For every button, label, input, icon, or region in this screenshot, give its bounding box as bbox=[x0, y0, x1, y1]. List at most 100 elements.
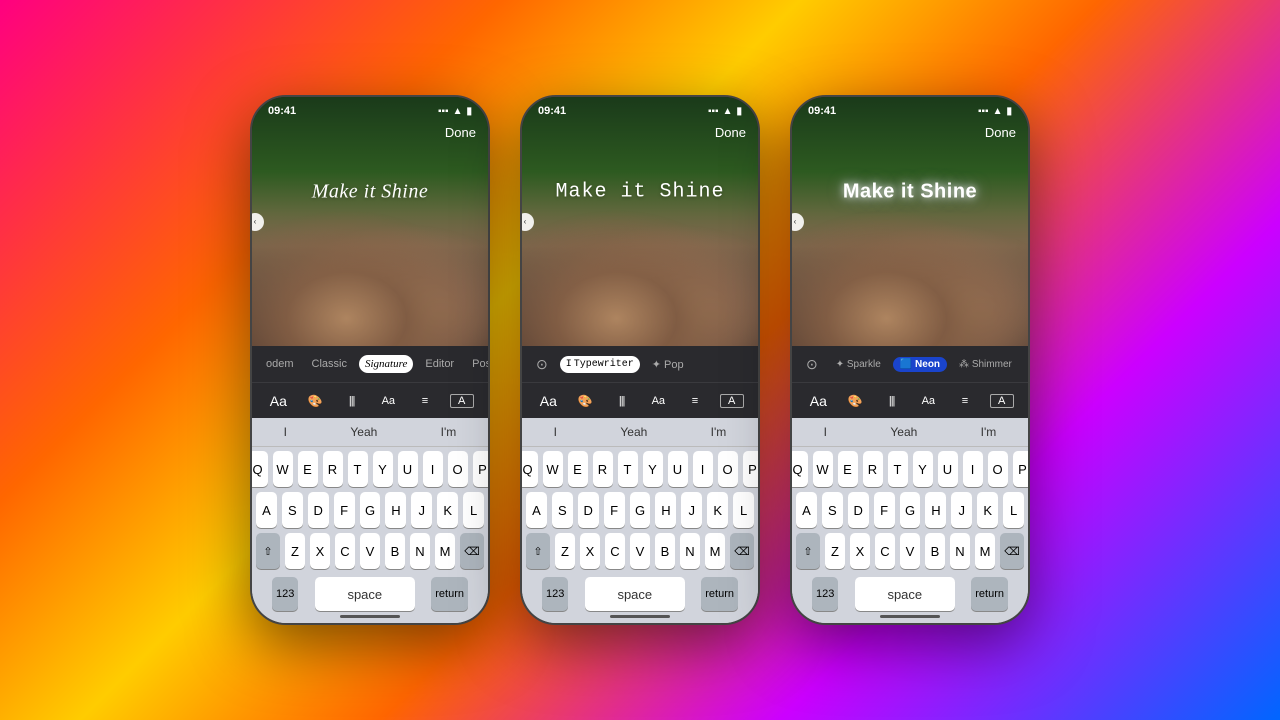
key-d-3[interactable]: D bbox=[848, 492, 869, 528]
key-h-2[interactable]: H bbox=[655, 492, 676, 528]
key-m-2[interactable]: M bbox=[705, 533, 725, 569]
key-q-3[interactable]: Q bbox=[790, 451, 808, 487]
key-p-2[interactable]: P bbox=[743, 451, 761, 487]
key-123-2[interactable]: 123 bbox=[542, 577, 568, 611]
key-n-2[interactable]: N bbox=[680, 533, 700, 569]
key-r-2[interactable]: R bbox=[593, 451, 613, 487]
font-size-tool-1[interactable]: Aa bbox=[266, 393, 290, 409]
style-circle-3[interactable]: ⊙ bbox=[800, 353, 824, 376]
style-tool-2[interactable]: ||| bbox=[610, 395, 634, 407]
key-f-3[interactable]: F bbox=[874, 492, 895, 528]
key-l-3[interactable]: L bbox=[1003, 492, 1024, 528]
key-u-2[interactable]: U bbox=[668, 451, 688, 487]
key-w-2[interactable]: W bbox=[543, 451, 563, 487]
bg-tool-1[interactable]: A bbox=[450, 394, 474, 408]
key-c-2[interactable]: C bbox=[605, 533, 625, 569]
key-o-3[interactable]: O bbox=[988, 451, 1008, 487]
style-classic-1[interactable]: Classic bbox=[306, 355, 353, 373]
outline-tool-1[interactable]: Aa bbox=[376, 395, 400, 407]
key-o-1[interactable]: O bbox=[448, 451, 468, 487]
key-i-2[interactable]: I bbox=[693, 451, 713, 487]
key-b-2[interactable]: B bbox=[655, 533, 675, 569]
font-size-tool-3[interactable]: Aa bbox=[806, 393, 830, 409]
suggestion-yeah-2[interactable]: Yeah bbox=[612, 423, 655, 441]
style-neon-3[interactable]: 🟦 Neon bbox=[893, 357, 947, 372]
key-del-3[interactable]: ⌫ bbox=[1000, 533, 1024, 569]
key-return-1[interactable]: return bbox=[431, 577, 468, 611]
key-space-1[interactable]: space bbox=[315, 577, 415, 611]
key-z-1[interactable]: Z bbox=[285, 533, 305, 569]
key-w-1[interactable]: W bbox=[273, 451, 293, 487]
key-c-1[interactable]: C bbox=[335, 533, 355, 569]
key-b-3[interactable]: B bbox=[925, 533, 945, 569]
key-f-2[interactable]: F bbox=[604, 492, 625, 528]
style-circle-2[interactable]: ⊙ bbox=[530, 353, 554, 376]
key-j-2[interactable]: J bbox=[681, 492, 702, 528]
key-e-1[interactable]: E bbox=[298, 451, 318, 487]
key-t-2[interactable]: T bbox=[618, 451, 638, 487]
style-shimmer-3[interactable]: ⁂ Shimmer bbox=[953, 356, 1018, 373]
key-a-1[interactable]: A bbox=[256, 492, 277, 528]
bg-tool-2[interactable]: A bbox=[720, 394, 744, 408]
key-r-3[interactable]: R bbox=[863, 451, 883, 487]
key-w-3[interactable]: W bbox=[813, 451, 833, 487]
key-k-3[interactable]: K bbox=[977, 492, 998, 528]
key-space-2[interactable]: space bbox=[585, 577, 685, 611]
suggestion-yeah-1[interactable]: Yeah bbox=[342, 423, 385, 441]
key-s-3[interactable]: S bbox=[822, 492, 843, 528]
color-tool-2[interactable]: 🎨 bbox=[573, 394, 597, 408]
align-tool-1[interactable]: ≡ bbox=[413, 395, 437, 407]
key-shift-3[interactable]: ⇧ bbox=[796, 533, 820, 569]
style-pos-1[interactable]: Pos... bbox=[466, 355, 488, 373]
key-p-1[interactable]: P bbox=[473, 451, 491, 487]
suggestion-im-3[interactable]: I'm bbox=[973, 423, 1005, 441]
key-n-3[interactable]: N bbox=[950, 533, 970, 569]
suggestion-im-2[interactable]: I'm bbox=[703, 423, 735, 441]
align-tool-3[interactable]: ≡ bbox=[953, 395, 977, 407]
key-e-2[interactable]: E bbox=[568, 451, 588, 487]
color-tool-1[interactable]: 🎨 bbox=[303, 394, 327, 408]
key-q-1[interactable]: Q bbox=[250, 451, 268, 487]
key-m-3[interactable]: M bbox=[975, 533, 995, 569]
key-t-1[interactable]: T bbox=[348, 451, 368, 487]
key-z-3[interactable]: Z bbox=[825, 533, 845, 569]
style-signature-1[interactable]: Signature bbox=[359, 355, 413, 373]
key-a-3[interactable]: A bbox=[796, 492, 817, 528]
key-g-1[interactable]: G bbox=[360, 492, 381, 528]
key-h-1[interactable]: H bbox=[385, 492, 406, 528]
key-return-3[interactable]: return bbox=[971, 577, 1008, 611]
key-o-2[interactable]: O bbox=[718, 451, 738, 487]
key-e-3[interactable]: E bbox=[838, 451, 858, 487]
key-j-3[interactable]: J bbox=[951, 492, 972, 528]
key-space-3[interactable]: space bbox=[855, 577, 955, 611]
suggestion-i-3[interactable]: I bbox=[816, 423, 835, 441]
key-123-1[interactable]: 123 bbox=[272, 577, 298, 611]
key-k-1[interactable]: K bbox=[437, 492, 458, 528]
style-tool-1[interactable]: ||| bbox=[340, 395, 364, 407]
style-pop-2[interactable]: ✦ Pop bbox=[646, 355, 690, 374]
key-i-3[interactable]: I bbox=[963, 451, 983, 487]
color-tool-3[interactable]: 🎨 bbox=[843, 394, 867, 408]
key-d-2[interactable]: D bbox=[578, 492, 599, 528]
key-v-2[interactable]: V bbox=[630, 533, 650, 569]
style-typewriter-2[interactable]: I Typewriter bbox=[560, 356, 640, 373]
key-j-1[interactable]: J bbox=[411, 492, 432, 528]
key-k-2[interactable]: K bbox=[707, 492, 728, 528]
suggestion-im-1[interactable]: I'm bbox=[433, 423, 465, 441]
key-i-1[interactable]: I bbox=[423, 451, 443, 487]
key-s-1[interactable]: S bbox=[282, 492, 303, 528]
key-del-1[interactable]: ⌫ bbox=[460, 533, 484, 569]
key-g-2[interactable]: G bbox=[630, 492, 651, 528]
style-modern-1[interactable]: odem bbox=[260, 355, 300, 373]
key-123-3[interactable]: 123 bbox=[812, 577, 838, 611]
key-f-1[interactable]: F bbox=[334, 492, 355, 528]
outline-tool-3[interactable]: Aa bbox=[916, 395, 940, 407]
key-r-1[interactable]: R bbox=[323, 451, 343, 487]
key-x-3[interactable]: X bbox=[850, 533, 870, 569]
key-q-2[interactable]: Q bbox=[520, 451, 538, 487]
key-v-1[interactable]: V bbox=[360, 533, 380, 569]
key-s-2[interactable]: S bbox=[552, 492, 573, 528]
key-g-3[interactable]: G bbox=[900, 492, 921, 528]
key-p-3[interactable]: P bbox=[1013, 451, 1031, 487]
key-y-3[interactable]: Y bbox=[913, 451, 933, 487]
